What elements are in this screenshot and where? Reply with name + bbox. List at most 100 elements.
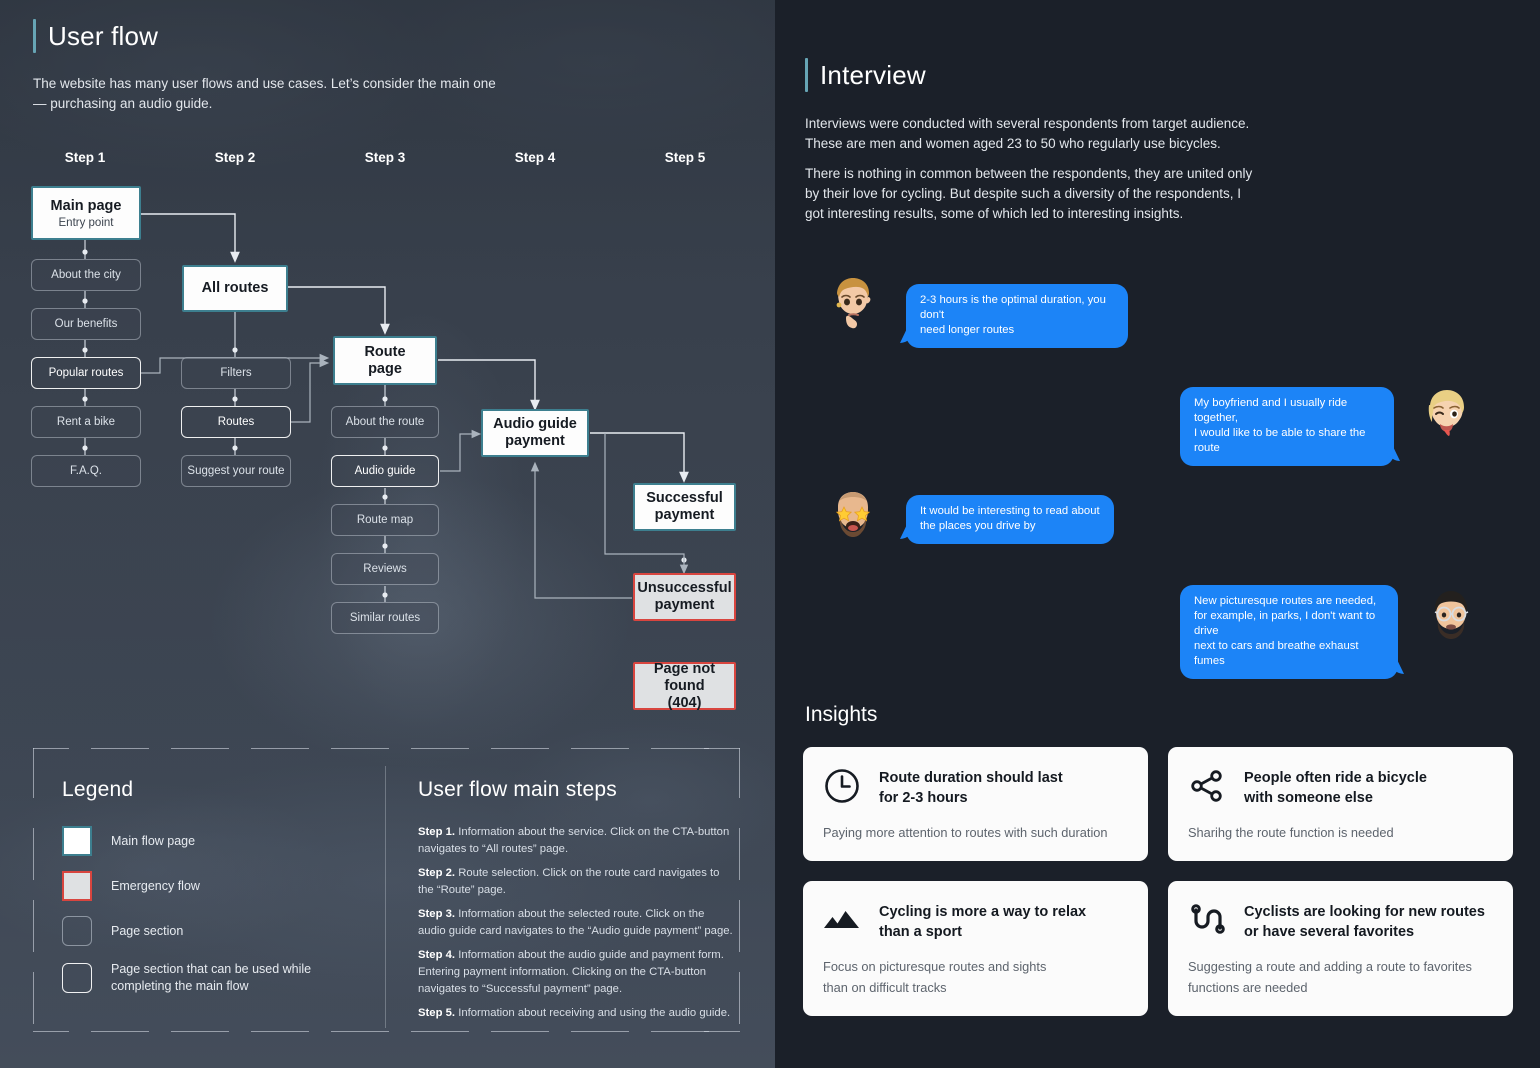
insight-card-route-duration[interactable]: Route duration should last for 2-3 hours… [803,747,1148,861]
node-rent-a-bike[interactable]: Rent a bike [31,406,141,438]
node-similar-routes[interactable]: Similar routes [331,602,439,634]
man-glasses-avatar [1420,583,1482,645]
node-label: Our benefits [54,318,118,330]
node-routes[interactable]: Routes [181,406,291,438]
insight-card-relax[interactable]: Cycling is more a way to relax than a sp… [803,881,1148,1016]
main-steps-title: User flow main steps [418,778,617,801]
frame-bot-seg-2 [171,1031,229,1032]
node-label: Unsuccessful payment [637,580,732,613]
frame-corner-tr-h [704,748,740,749]
legend-label: Page section [111,923,184,938]
interview-title: Interview [805,58,926,92]
legend-swatch-page-section-bright-icon [62,963,92,993]
node-main-page-subtitle: Entry point [58,216,114,229]
node-label: Rent a bike [56,416,116,428]
legend-steps-divider [385,766,386,1028]
card-subtext: Focus on picturesque routes and sights t… [823,959,1047,995]
legend-label: Emergency flow [111,878,200,893]
main-step-5-label: Step 5. [418,1007,456,1019]
frame-seg-5 [411,748,469,749]
frame-corner-br-h [704,1031,740,1032]
card-subtext: Suggesting a route and adding a route to… [1188,959,1472,995]
title-accent-bar [805,58,808,92]
main-step-2: Step 2. Route selection. Click on the ro… [418,865,733,899]
node-all-routes[interactable]: All routes [182,265,288,312]
route-icon [1188,901,1226,939]
card-heading: Cycling is more a way to relax than a sp… [879,904,1087,940]
frame-left-seg-3 [33,972,34,1024]
chat-message-1: 2-3 hours is the optimal duration, you d… [822,272,1128,348]
frame-bot-seg-4 [331,1031,389,1032]
frame-right-seg-1 [739,828,740,880]
node-reviews[interactable]: Reviews [331,553,439,585]
frame-seg-2 [171,748,229,749]
legend-swatch-page-section-icon [62,916,92,946]
interview-heading: Interview [820,59,926,90]
frame-corner-tl-v [33,748,34,798]
main-step-3-text: Information about the selected route. Cl… [418,908,733,937]
main-step-3-label: Step 3. [418,908,456,920]
chat-bubble-1: 2-3 hours is the optimal duration, you d… [906,284,1128,348]
node-page-not-found[interactable]: Page not found (404) [633,661,736,711]
frame-bot-seg-3 [251,1031,309,1032]
node-popular-routes[interactable]: Popular routes [31,357,141,389]
legend-swatch-emergency-flow-icon [62,871,92,901]
card-header: Cycling is more a way to relax than a sp… [823,900,1128,942]
frame-bot-seg-1 [91,1031,149,1032]
legend-item-list: Main flow page Emergency flow Page secti… [62,826,371,1010]
legend-item-page-section-main-flow: Page section that can be used while comp… [62,961,371,995]
node-label: About the route [345,416,425,428]
card-subtext: Sharihg the route function is needed [1188,825,1394,840]
frame-seg-8 [651,748,709,749]
main-step-2-label: Step 2. [418,867,456,879]
frame-seg-4 [331,748,389,749]
node-successful-payment[interactable]: Successful payment [633,483,736,531]
card-header: Route duration should last for 2-3 hours [823,766,1128,808]
frame-left-seg-1 [33,828,34,880]
frame-seg-6 [491,748,549,749]
node-audio-guide-payment[interactable]: Audio guide payment [481,409,589,457]
node-unsuccessful-payment[interactable]: Unsuccessful payment [633,573,736,621]
share-icon [1188,767,1226,805]
main-step-4: Step 4. Information about the audio guid… [418,947,733,998]
insights-title: Insights [805,703,878,726]
interview-paragraph-1: Interviews were conducted with several r… [805,116,1250,151]
node-label: Reviews [363,563,407,575]
user-flow-panel: User flow The website has many user flow… [0,0,775,1068]
node-faq[interactable]: F.A.Q. [31,455,141,487]
chat-message-2: My boyfriend and I usually ride together… [1180,383,1478,466]
interview-paragraph-2: There is nothing in common between the r… [805,166,1253,221]
node-about-the-route[interactable]: About the route [331,406,439,438]
insight-card-ride-together[interactable]: People often ride a bicycle with someone… [1168,747,1513,861]
frame-right-seg-2 [739,900,740,952]
node-main-page[interactable]: Main page Entry point [31,186,141,240]
legend-label: Main flow page [111,833,196,848]
card-heading: People often ride a bicycle with someone… [1244,770,1427,806]
user-flow-diagram: Main page Entry point About the city Our… [0,0,775,740]
frame-corner-bl-h [33,1031,69,1032]
node-label: About the city [51,269,121,281]
insight-card-new-routes[interactable]: Cyclists are looking for new routes or h… [1168,881,1513,1016]
frame-bot-seg-8 [651,1031,709,1032]
node-label: Successful payment [646,490,723,523]
insight-card-grid: Route duration should last for 2-3 hours… [803,747,1513,1016]
card-header: Cyclists are looking for new routes or h… [1188,900,1493,942]
node-route-page[interactable]: Route page [333,336,437,385]
node-audio-guide[interactable]: Audio guide [331,455,439,487]
node-main-page-title: Main page [50,197,122,214]
legend-item-page-section: Page section [62,916,371,946]
node-label: Suggest your route [187,465,285,477]
node-route-map[interactable]: Route map [331,504,439,536]
node-suggest-your-route[interactable]: Suggest your route [181,455,291,487]
node-our-benefits[interactable]: Our benefits [31,308,141,340]
woman-thinking-avatar [822,272,884,334]
legend-item-main-flow-page: Main flow page [62,826,371,856]
main-step-5: Step 5. Information about receiving and … [418,1005,733,1022]
frame-bot-seg-7 [571,1031,629,1032]
node-label: Similar routes [349,612,421,624]
node-label: Audio guide payment [493,416,577,449]
node-about-the-city[interactable]: About the city [31,259,141,291]
frame-seg-3 [251,748,309,749]
node-filters[interactable]: Filters [181,357,291,389]
main-step-2-text: Route selection. Click on the route card… [418,867,720,896]
